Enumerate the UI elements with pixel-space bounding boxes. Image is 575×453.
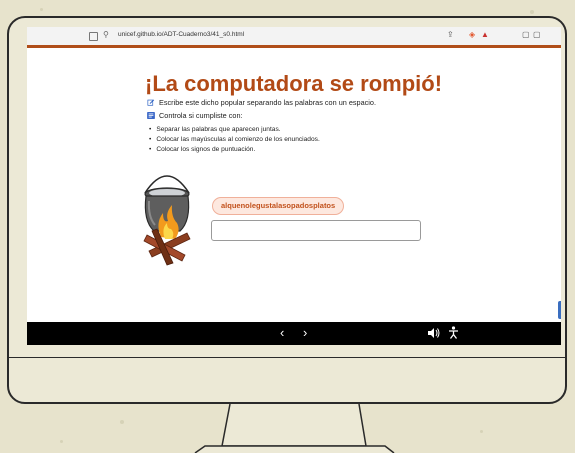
accessibility-icon[interactable] bbox=[448, 326, 459, 339]
bottom-toolbar: ‹ › bbox=[27, 322, 561, 345]
browser-screen: ⚲ unicef.github.io/ADT-Cuaderno3/41_s0.h… bbox=[27, 27, 561, 345]
browser-url-bar: ⚲ unicef.github.io/ADT-Cuaderno3/41_s0.h… bbox=[27, 27, 561, 46]
sidebar-icon[interactable]: ▢ bbox=[522, 30, 530, 39]
sound-icon[interactable] bbox=[428, 328, 440, 338]
criteria-item: Colocar los signos de puntuación. bbox=[149, 145, 320, 155]
lock-icon: ⚲ bbox=[103, 30, 109, 39]
criteria-item: Separar las palabras que aparecen juntas… bbox=[149, 125, 320, 135]
page-accent-bar bbox=[27, 45, 561, 48]
side-tab-handle[interactable] bbox=[558, 301, 561, 319]
edit-icon bbox=[147, 99, 155, 106]
instruction-text: Escribe este dicho popular separando las… bbox=[159, 98, 377, 107]
check-label: Controla si cumpliste con: bbox=[159, 111, 243, 120]
tabs-icon[interactable]: ▢ bbox=[533, 30, 541, 39]
next-button[interactable]: › bbox=[303, 325, 307, 341]
check-row: Controla si cumpliste con: bbox=[147, 111, 243, 120]
pot-campfire-illustration bbox=[143, 175, 191, 266]
checklist-icon bbox=[147, 112, 155, 119]
alert-icon[interactable]: ▲ bbox=[481, 30, 489, 39]
extension-icon[interactable]: ◈ bbox=[469, 30, 475, 39]
tab-icon[interactable] bbox=[89, 32, 98, 41]
share-icon[interactable]: ⇪ bbox=[447, 30, 454, 39]
answer-input[interactable] bbox=[211, 220, 421, 241]
previous-button[interactable]: ‹ bbox=[280, 325, 284, 341]
scrambled-phrase-chip: alquenolegustalasopadosplatos bbox=[212, 197, 345, 215]
page-title: ¡La computadora se rompió! bbox=[145, 71, 443, 96]
address-text[interactable]: unicef.github.io/ADT-Cuaderno3/41_s0.htm… bbox=[118, 31, 244, 38]
criteria-list: Separar las palabras que aparecen juntas… bbox=[149, 125, 320, 155]
instruction-row: Escribe este dicho popular separando las… bbox=[147, 98, 376, 107]
criteria-item: Colocar las mayúsculas al comienzo de lo… bbox=[149, 135, 319, 145]
